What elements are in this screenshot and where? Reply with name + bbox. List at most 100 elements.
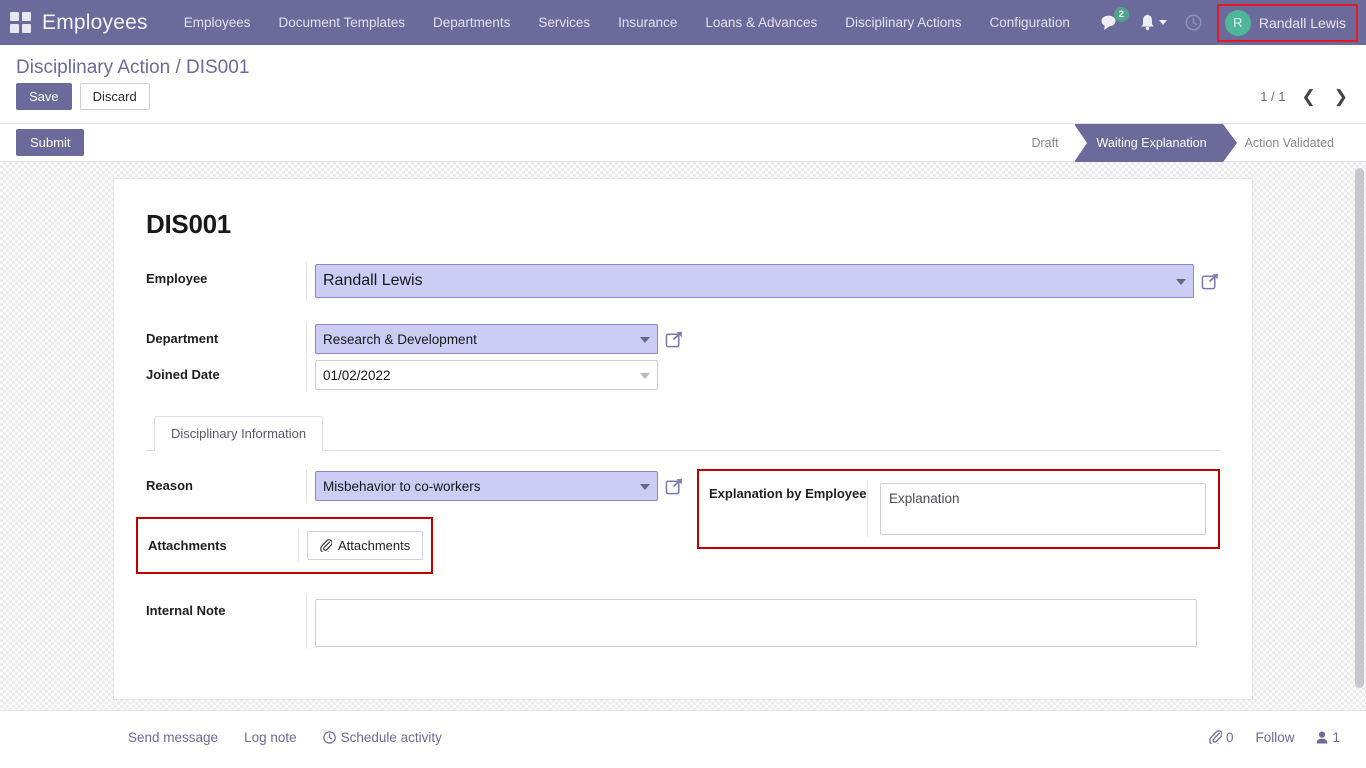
attachments-button-label: Attachments	[338, 538, 410, 553]
menu-item-loans-advances[interactable]: Loans & Advances	[691, 0, 831, 45]
apps-grid-square	[10, 12, 19, 21]
notebook-right-column: Explanation by Employee	[689, 469, 1220, 576]
page-title: DIS001	[146, 209, 1220, 240]
notebook-tabs: Disciplinary Information	[146, 416, 1220, 451]
save-button[interactable]: Save	[16, 83, 72, 110]
messages-count-badge: 2	[1114, 7, 1129, 22]
internal-note-label: Internal Note	[146, 594, 306, 619]
attachment-count-label: 0	[1226, 730, 1234, 745]
attachment-counter[interactable]: 0	[1209, 730, 1234, 745]
explanation-label: Explanation by Employee	[709, 481, 867, 502]
employee-input[interactable]	[315, 264, 1194, 298]
apps-grid-square	[10, 24, 19, 33]
app-brand-title[interactable]: Employees	[42, 11, 148, 35]
chevron-right-icon[interactable]: ❯	[1332, 88, 1350, 105]
chevron-left-icon[interactable]: ❮	[1300, 88, 1318, 105]
avatar: R	[1225, 10, 1251, 36]
user-menu[interactable]: R Randall Lewis	[1217, 4, 1358, 42]
scrollbar-thumb[interactable]	[1355, 168, 1364, 688]
send-message-button[interactable]: Send message	[128, 730, 218, 745]
statusbar-stage-draft[interactable]: Draft	[1009, 124, 1074, 162]
field-row-department: Department	[146, 322, 1220, 356]
chatter-footer: Send message Log note Schedule activity …	[0, 710, 1366, 763]
department-input[interactable]	[315, 324, 658, 354]
stage-arrow	[1075, 124, 1089, 162]
discard-button[interactable]: Discard	[80, 83, 150, 110]
statusbar-row: Submit Draft Waiting Explanation Action …	[0, 124, 1366, 162]
followers-counter[interactable]: 1	[1316, 730, 1340, 745]
explanation-value-cell	[867, 481, 1206, 537]
field-row-explanation: Explanation by Employee	[697, 469, 1220, 549]
field-row-attachments: Attachments Attachments	[136, 517, 433, 574]
menu-item-document-templates[interactable]: Document Templates	[264, 0, 419, 45]
followers-count-label: 1	[1332, 730, 1340, 745]
notebook: Disciplinary Information Reason	[146, 416, 1220, 649]
clock-icon	[323, 731, 336, 744]
apps-grid-icon[interactable]	[10, 12, 32, 34]
statusbar: Draft Waiting Explanation Action Validat…	[1009, 124, 1366, 162]
schedule-activity-button[interactable]: Schedule activity	[323, 730, 442, 745]
chevron-down-icon	[1159, 20, 1167, 25]
clock-icon	[1185, 14, 1202, 31]
statusbar-stage-label: Action Validated	[1245, 136, 1334, 150]
reason-label: Reason	[146, 469, 306, 494]
messages-menu[interactable]: 2	[1092, 0, 1131, 45]
apps-grid-square	[22, 24, 31, 33]
menu-item-configuration[interactable]: Configuration	[976, 0, 1084, 45]
user-name-label: Randall Lewis	[1259, 15, 1346, 31]
field-row-employee: Employee	[146, 262, 1220, 300]
navbar-systray: 2 R Randall Lewis	[1092, 0, 1358, 45]
submit-button[interactable]: Submit	[16, 129, 84, 156]
chatter-right-tools: 0 Follow 1	[1209, 730, 1340, 745]
activities-menu[interactable]	[1131, 0, 1176, 45]
department-value-cell	[306, 322, 1220, 356]
explanation-textarea[interactable]	[880, 483, 1206, 535]
joined-date-value-cell	[306, 358, 1220, 392]
joined-date-label: Joined Date	[146, 358, 306, 383]
follow-button[interactable]: Follow	[1255, 730, 1294, 745]
top-navbar: Employees Employees Document Templates D…	[0, 0, 1366, 45]
attachments-value-cell: Attachments	[298, 529, 423, 562]
menu-item-departments[interactable]: Departments	[419, 0, 524, 45]
bell-icon	[1140, 14, 1155, 31]
stage-arrow	[1223, 124, 1237, 162]
pager-value: 1 / 1	[1260, 89, 1285, 104]
employee-value-cell	[306, 262, 1220, 300]
user-icon	[1316, 731, 1328, 744]
form-sheet: DIS001 Employee Department	[114, 179, 1252, 699]
menu-item-employees[interactable]: Employees	[170, 0, 265, 45]
reason-value-cell	[306, 469, 689, 503]
statusbar-stage-label: Draft	[1031, 136, 1058, 150]
attachments-button[interactable]: Attachments	[307, 531, 423, 560]
paperclip-icon	[1209, 730, 1222, 744]
department-label: Department	[146, 322, 306, 347]
internal-note-textarea[interactable]	[315, 599, 1197, 647]
reason-input[interactable]	[315, 471, 658, 501]
vertical-scrollbar[interactable]	[1355, 162, 1364, 710]
menu-item-insurance[interactable]: Insurance	[604, 0, 691, 45]
apps-grid-square	[22, 12, 31, 21]
external-link-icon[interactable]	[1201, 272, 1220, 291]
pager: 1 / 1 ❮ ❯	[1260, 88, 1350, 105]
clock-menu[interactable]	[1176, 0, 1211, 45]
attachments-label: Attachments	[148, 538, 298, 554]
content-area: DIS001 Employee Department	[0, 162, 1366, 710]
employee-label: Employee	[146, 262, 306, 287]
notebook-left-column: Reason	[146, 469, 689, 576]
log-note-button[interactable]: Log note	[244, 730, 297, 745]
field-row-internal-note: Internal Note	[146, 594, 1220, 649]
breadcrumb[interactable]: Disciplinary Action / DIS001	[16, 45, 1350, 83]
notebook-page-disciplinary-information: Reason	[146, 451, 1220, 649]
menu-item-services[interactable]: Services	[524, 0, 604, 45]
field-row-joined-date: Joined Date	[146, 358, 1220, 392]
statusbar-stage-action-validated[interactable]: Action Validated	[1223, 124, 1350, 162]
external-link-icon[interactable]	[665, 477, 684, 496]
notebook-columns: Reason	[146, 469, 1220, 576]
field-row-reason: Reason	[146, 469, 689, 503]
internal-note-value-cell	[306, 594, 1220, 649]
tab-disciplinary-information[interactable]: Disciplinary Information	[154, 416, 323, 451]
menu-item-disciplinary-actions[interactable]: Disciplinary Actions	[831, 0, 975, 45]
joined-date-input[interactable]	[315, 360, 658, 390]
external-link-icon[interactable]	[665, 330, 684, 349]
statusbar-stage-waiting-explanation[interactable]: Waiting Explanation	[1075, 124, 1223, 162]
